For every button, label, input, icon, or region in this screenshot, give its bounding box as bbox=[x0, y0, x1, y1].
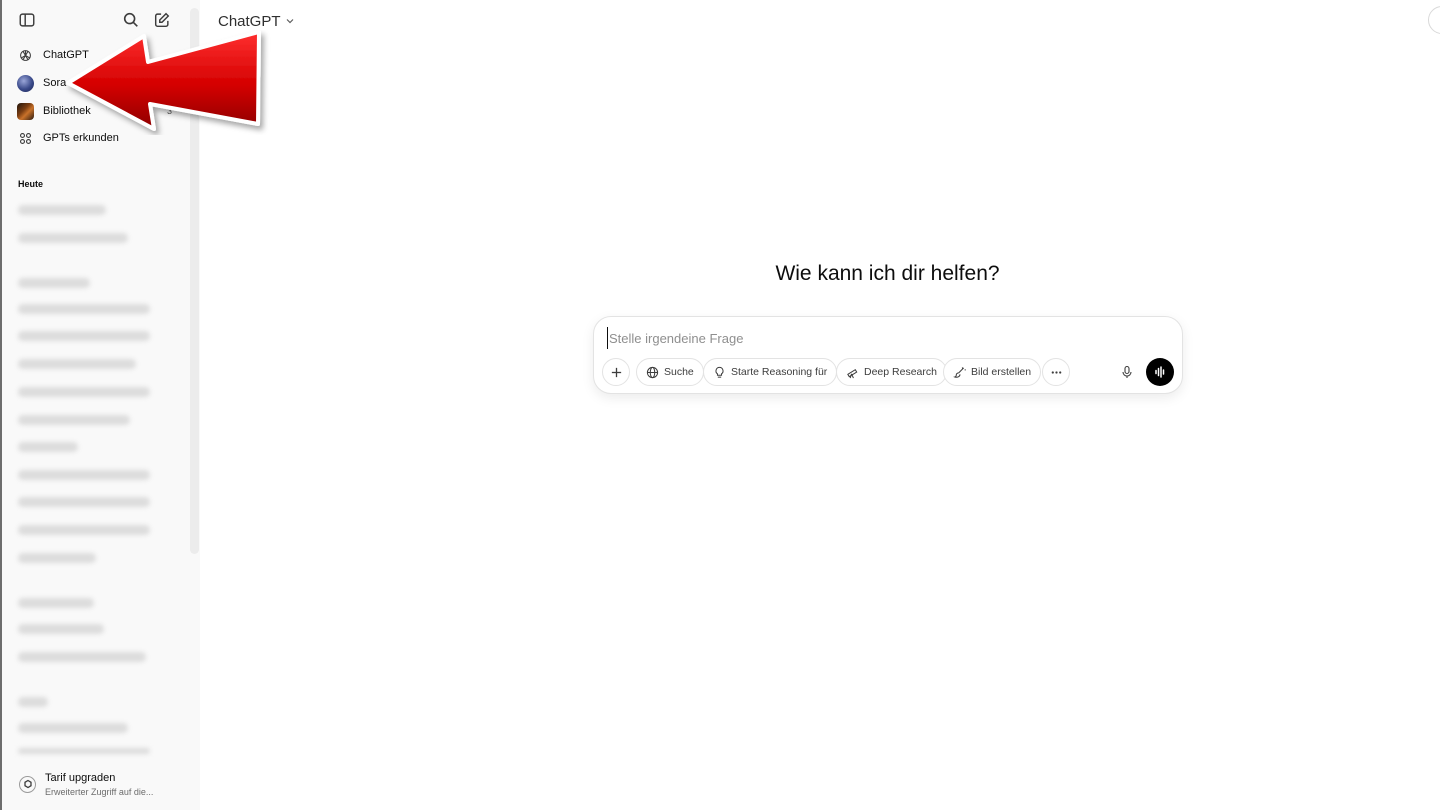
create-image-button[interactable]: Bild erstellen bbox=[943, 358, 1042, 386]
grid-icon bbox=[17, 130, 34, 147]
tool-label: Deep Research bbox=[864, 366, 937, 378]
page-title: Wie kann ich dir helfen? bbox=[775, 262, 1000, 285]
history-item-blurred[interactable] bbox=[18, 415, 130, 425]
upgrade-icon bbox=[19, 775, 36, 793]
history-item-blurred[interactable] bbox=[18, 278, 90, 288]
history-item-blurred[interactable] bbox=[18, 304, 150, 314]
tool-label: Bild erstellen bbox=[971, 366, 1032, 378]
history-item-blurred[interactable] bbox=[18, 331, 150, 341]
globe-icon bbox=[646, 366, 659, 378]
annotation-arrow bbox=[66, 30, 261, 131]
attach-button[interactable] bbox=[602, 358, 630, 386]
voice-mode-button[interactable] bbox=[1146, 358, 1174, 386]
reasoning-tool-button[interactable]: Starte Reasoning für bbox=[703, 358, 838, 386]
search-tool-button[interactable]: Suche bbox=[636, 358, 704, 386]
history-item-blurred[interactable] bbox=[18, 652, 146, 662]
deep-research-button[interactable]: Deep Research bbox=[836, 358, 947, 386]
history-item-blurred[interactable] bbox=[18, 497, 150, 507]
openai-logo-icon bbox=[17, 47, 34, 64]
waveform-icon bbox=[1155, 366, 1165, 378]
history-item-blurred[interactable] bbox=[18, 697, 48, 707]
new-chat-icon[interactable] bbox=[151, 9, 173, 31]
composer: Suche Starte Reasoning für Deep Research… bbox=[593, 316, 1183, 394]
history-item-blurred[interactable] bbox=[18, 387, 150, 397]
history-item-blurred[interactable] bbox=[18, 470, 150, 480]
history-item-blurred[interactable] bbox=[18, 553, 96, 563]
history-item-blurred[interactable] bbox=[18, 525, 150, 535]
upgrade-title: Tarif upgraden bbox=[45, 771, 116, 784]
lightbulb-icon bbox=[715, 366, 724, 378]
plus-icon bbox=[611, 367, 621, 377]
image-brush-icon bbox=[953, 366, 966, 378]
prompt-input[interactable] bbox=[607, 327, 1147, 349]
history-item-blurred[interactable] bbox=[18, 748, 150, 754]
model-label: ChatGPT bbox=[218, 12, 281, 30]
profile-button[interactable] bbox=[1428, 6, 1440, 34]
chevron-down-icon bbox=[286, 19, 293, 24]
more-icon bbox=[1051, 370, 1061, 374]
search-icon[interactable] bbox=[120, 9, 142, 31]
history-item-blurred[interactable] bbox=[18, 359, 136, 369]
tool-label: Starte Reasoning für bbox=[731, 366, 828, 378]
toggle-sidebar-icon[interactable] bbox=[16, 9, 38, 31]
telescope-icon bbox=[847, 368, 858, 378]
upgrade-subtitle: Erweiterter Zugriff auf die... bbox=[45, 786, 154, 797]
dictate-button[interactable] bbox=[1113, 358, 1141, 386]
history-item-blurred[interactable] bbox=[18, 233, 128, 243]
library-thumbnail bbox=[17, 102, 34, 120]
microphone-icon bbox=[1122, 365, 1132, 378]
tool-label: Suche bbox=[664, 366, 694, 378]
upgrade-plan-button[interactable]: Tarif upgraden Erweiterter Zugriff auf d… bbox=[10, 766, 194, 802]
history-item-blurred[interactable] bbox=[18, 723, 128, 733]
sora-avatar bbox=[17, 74, 34, 92]
model-selector[interactable]: ChatGPT bbox=[218, 11, 295, 31]
history-item-blurred[interactable] bbox=[18, 598, 94, 608]
history-item-blurred[interactable] bbox=[18, 442, 78, 452]
section-heading-today: Heute bbox=[18, 179, 44, 189]
more-tools-button[interactable] bbox=[1042, 358, 1070, 386]
history-item-blurred[interactable] bbox=[18, 624, 104, 634]
history-item-blurred[interactable] bbox=[18, 205, 106, 215]
